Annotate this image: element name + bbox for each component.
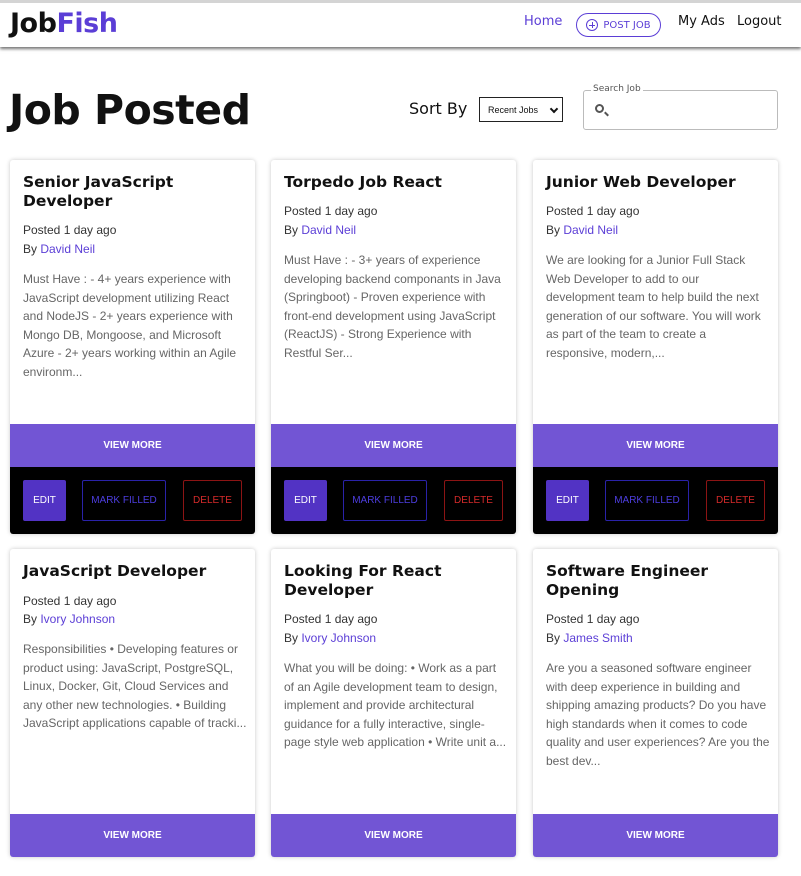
nav-logout-link[interactable]: Logout — [737, 14, 782, 29]
job-posted-time: Posted 1 day ago — [23, 223, 117, 237]
by-prefix: By — [546, 631, 564, 645]
job-card: Senior JavaScript Developer Posted 1 day… — [10, 160, 255, 534]
job-author-line: By David Neil — [546, 223, 618, 237]
job-author-link[interactable]: David Neil — [563, 223, 618, 237]
view-more-button[interactable]: VIEW MORE — [10, 424, 255, 467]
by-prefix: By — [546, 223, 564, 237]
job-title: Junior Web Developer — [546, 173, 736, 191]
job-card: Software Engineer Opening Posted 1 day a… — [533, 549, 778, 857]
job-author-link[interactable]: James Smith — [563, 631, 632, 645]
by-prefix: By — [284, 631, 302, 645]
job-author-line: By David Neil — [284, 223, 356, 237]
sort-select[interactable]: Recent Jobs — [479, 97, 563, 122]
job-author-link[interactable]: David Neil — [301, 223, 356, 237]
job-description: Must Have : - 3+ years of experience dev… — [284, 253, 501, 360]
edit-button[interactable]: EDIT — [546, 480, 589, 521]
job-description: Are you a seasoned software engineer wit… — [546, 661, 770, 768]
delete-button[interactable]: DELETE — [183, 480, 242, 521]
job-author-line: By Ivory Johnson — [284, 631, 376, 645]
search-job-label: Search Job — [591, 84, 643, 94]
job-card: Junior Web Developer Posted 1 day ago By… — [533, 160, 778, 534]
job-title: Software Engineer Opening — [546, 562, 709, 599]
job-title: Looking For React Developer — [284, 562, 442, 599]
job-title: Senior JavaScript Developer — [23, 173, 174, 210]
job-card: Torpedo Job React Posted 1 day ago By Da… — [271, 160, 516, 534]
logo-text-fish: Fish — [56, 8, 118, 39]
job-posted-time: Posted 1 day ago — [284, 612, 378, 626]
delete-button[interactable]: DELETE — [444, 480, 503, 521]
job-title: Torpedo Job React — [284, 173, 442, 191]
sort-label: Sort By — [409, 99, 468, 118]
by-prefix: By — [23, 242, 41, 256]
nav-home-link[interactable]: Home — [524, 14, 562, 29]
job-author-line: By Ivory Johnson — [23, 612, 115, 626]
job-author-line: By David Neil — [23, 242, 95, 256]
job-title: JavaScript Developer — [23, 562, 207, 580]
job-card: JavaScript Developer Posted 1 day ago By… — [10, 549, 255, 857]
job-author-link[interactable]: Ivory Johnson — [40, 612, 115, 626]
job-admin-actions: EDIT MARK FILLED DELETE — [533, 467, 778, 534]
job-card: Looking For React Developer Posted 1 day… — [271, 549, 516, 857]
page-title: Job Posted — [9, 86, 251, 134]
job-admin-actions: EDIT MARK FILLED DELETE — [271, 467, 516, 534]
job-posted-time: Posted 1 day ago — [546, 204, 640, 218]
search-job-input[interactable]: Search Job — [583, 84, 778, 130]
plus-circle-icon — [586, 19, 599, 31]
edit-button[interactable]: EDIT — [23, 480, 66, 521]
view-more-button[interactable]: VIEW MORE — [271, 814, 516, 857]
job-author-link[interactable]: Ivory Johnson — [301, 631, 376, 645]
logo-text-job: Job — [10, 8, 57, 39]
view-more-button[interactable]: VIEW MORE — [533, 814, 778, 857]
view-more-button[interactable]: VIEW MORE — [271, 424, 516, 467]
view-more-button[interactable]: VIEW MORE — [533, 424, 778, 467]
job-posted-time: Posted 1 day ago — [284, 204, 378, 218]
delete-button[interactable]: DELETE — [706, 480, 765, 521]
mark-filled-button[interactable]: MARK FILLED — [82, 480, 166, 521]
sort-selected-value: Recent Jobs — [488, 104, 539, 115]
job-posted-time: Posted 1 day ago — [546, 612, 640, 626]
job-author-line: By James Smith — [546, 631, 633, 645]
by-prefix: By — [23, 612, 41, 626]
mark-filled-button[interactable]: MARK FILLED — [605, 480, 689, 521]
by-prefix: By — [284, 223, 302, 237]
nav-my-ads-link[interactable]: My Ads — [678, 14, 725, 29]
job-description: We are looking for a Junior Full Stack W… — [546, 253, 761, 360]
job-admin-actions: EDIT MARK FILLED DELETE — [10, 467, 255, 534]
job-author-link[interactable]: David Neil — [40, 242, 95, 256]
job-description: Responsibilities • Developing features o… — [23, 642, 247, 731]
search-icon — [595, 104, 604, 113]
chevron-down-icon — [549, 104, 559, 114]
post-job-button[interactable]: POST JOB — [576, 13, 661, 37]
edit-button[interactable]: EDIT — [284, 480, 327, 521]
top-navbar: JobFish Home POST JOB My Ads Logout — [0, 0, 801, 47]
job-posted-time: Posted 1 day ago — [23, 594, 117, 608]
view-more-button[interactable]: VIEW MORE — [10, 814, 255, 857]
job-description: Must Have : - 4+ years experience with J… — [23, 272, 237, 379]
app-logo[interactable]: JobFish — [10, 8, 118, 39]
mark-filled-button[interactable]: MARK FILLED — [343, 480, 427, 521]
job-description: What you will be doing: • Work as a part… — [284, 661, 507, 750]
post-job-label: POST JOB — [603, 19, 651, 31]
